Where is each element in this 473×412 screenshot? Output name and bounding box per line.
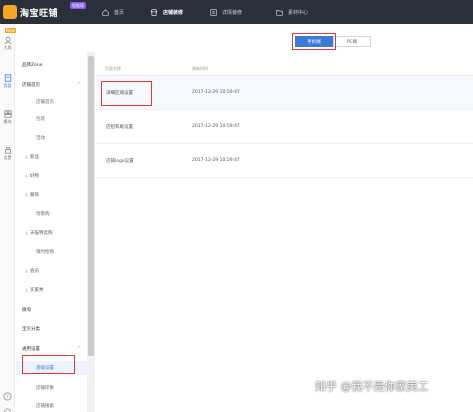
tab-pc[interactable]: PC端 (333, 36, 371, 47)
submenu-item-label: 买家秀 (30, 288, 44, 293)
shop-icon (150, 8, 158, 16)
submenu-item[interactable]: A 服饰 (16, 188, 87, 202)
submenu-item[interactable]: 场景购 (16, 207, 87, 221)
submenu-item-tag: A (25, 154, 28, 160)
rail-item-module[interactable]: 模块 (0, 110, 15, 125)
submenu-item-label: 会员 (30, 269, 39, 274)
column-header-page-name: 页面名称 (105, 66, 121, 71)
top-navigation-bar: 淘宝旺铺 智能版 首页 店铺装修 详情装修 素材中心 (0, 0, 473, 24)
logo-text: 淘宝旺铺 (20, 8, 59, 19)
submenu-item-label: 活动 (36, 136, 45, 141)
submenu-item-label: 微淘 (22, 308, 31, 313)
submenu-item[interactable]: 宝贝分类 (16, 322, 87, 336)
submenu-item[interactable]: 品牌Zone (16, 58, 87, 72)
update-time-cell: 2017-12-29 10:59:47 (192, 90, 240, 95)
nav-label-material-center: 素材中心 (288, 9, 309, 16)
submenu-item-tag: A (25, 287, 28, 293)
submenu-item-label: 包装 (36, 117, 45, 122)
submenu-item-tag: A (25, 230, 28, 236)
submenu-item-label: 通用设置 (22, 347, 40, 352)
column-header-update-time: 更新时间 (192, 66, 208, 71)
lock-icon (4, 146, 11, 154)
submenu-item-label: 店铺首页 (22, 83, 40, 88)
left-icon-rail: New 大屏 页面 模块 设置 ? (0, 24, 16, 412)
submenu-item-label: 品牌Zone (22, 63, 43, 68)
page-name-cell[interactable]: 店铺logo设置 (106, 158, 134, 164)
menu-highlight-annotation (22, 355, 75, 374)
main-content: 手机端 PC端 页面名称 更新时间 详细区域设置 2017-12-29 10:5… (96, 24, 473, 412)
submenu-item[interactable]: A 买家秀 (16, 283, 87, 297)
logo[interactable]: 淘宝旺铺 智能版 (3, 2, 86, 21)
nav-item-home[interactable]: 首页 (102, 0, 124, 24)
row-highlight-annotation (101, 81, 152, 106)
submenu-item[interactable]: 店铺首页 ^ (16, 78, 87, 92)
taobao-logo-icon (3, 5, 17, 19)
nav-label-shop-decoration: 店铺装修 (163, 9, 184, 16)
submenu-item[interactable]: A 新品 (16, 150, 87, 164)
submenu-item-label: 店铺首页 (36, 100, 54, 105)
submenu-item-label: 好物 (30, 174, 39, 179)
app-window: 淘宝旺铺 智能版 首页 店铺装修 详情装修 素材中心 New 大屏 页面 模块 … (0, 0, 473, 412)
submenu-item[interactable]: A 好物 (16, 169, 87, 183)
platform-toolbar: 手机端 PC端 (96, 24, 473, 54)
submenu-item[interactable]: 包装 (16, 112, 87, 126)
submenu-item-label: 新品 (30, 155, 39, 160)
chevron-up-icon: ^ (76, 82, 81, 88)
submenu-item-label: 场景购 (36, 212, 50, 217)
submenu-item-label: 限时抢购 (36, 250, 54, 255)
rail-label-screen: 大屏 (3, 45, 12, 50)
page-name-cell[interactable]: 店招和尾设置 (106, 124, 133, 130)
table-row[interactable]: 店铺logo设置 2017-12-29 10:59:47 (96, 144, 473, 178)
rail-bottom-icons: ? (3, 392, 12, 412)
detail-icon (210, 8, 217, 16)
submenu-item-label: 店铺搜索 (36, 404, 54, 409)
headset-icon[interactable] (3, 407, 12, 412)
avatar-icon (3, 36, 12, 44)
edition-badge: 智能版 (70, 2, 86, 9)
update-time-cell: 2017-12-29 10:59:47 (192, 124, 240, 129)
submenu-item-label: 天猫特卖购 (30, 231, 53, 236)
rail-item-settings[interactable]: 设置 (0, 146, 15, 161)
nav-label-home: 首页 (114, 9, 125, 16)
nav-item-detail-decoration[interactable]: 详情装修 (210, 0, 242, 24)
rail-item-screen[interactable]: 大屏 (0, 36, 15, 51)
table-row[interactable]: 详细区域设置 2017-12-29 10:59:47 (96, 76, 473, 110)
submenu-item[interactable]: 通用设置 ^ (16, 342, 87, 356)
update-time-cell: 2017-12-29 10:59:47 (192, 158, 240, 163)
submenu-item-tag: A (25, 192, 28, 198)
submenu-item[interactable]: 限时抢购 (16, 245, 87, 259)
nav-item-shop-decoration[interactable]: 店铺装修 (150, 0, 183, 24)
submenu-item-tag: A (25, 268, 28, 274)
submenu-item-label: 店铺印象 (36, 386, 54, 391)
help-icon[interactable]: ? (3, 392, 12, 401)
page-icon (4, 74, 11, 82)
submenu-item[interactable]: 微淘 (16, 303, 87, 317)
table-header: 页面名称 更新时间 (96, 60, 473, 76)
submenu-item[interactable]: 活动 (16, 131, 87, 145)
rail-item-page[interactable]: 页面 (0, 74, 15, 89)
tabs-highlight-annotation (292, 33, 336, 50)
table-row[interactable]: 店招和尾设置 2017-12-29 10:59:47 (96, 110, 473, 144)
tab-pc-label: PC端 (346, 39, 358, 45)
rail-label-page: 页面 (3, 83, 12, 88)
submenu-scrollbar-thumb[interactable] (88, 56, 94, 356)
module-icon (3, 110, 12, 118)
folder-icon (276, 9, 283, 16)
nav-item-material-center[interactable]: 素材中心 (276, 0, 308, 24)
submenu-item[interactable]: A 天猫特卖购 (16, 226, 87, 240)
rail-label-settings: 设置 (3, 155, 12, 160)
home-icon (102, 8, 109, 16)
watermark: 知乎 @我不是你家美工 (315, 380, 429, 393)
submenu-item[interactable]: 店铺搜索 (16, 399, 87, 412)
submenu-item[interactable]: 店铺首页 (16, 95, 87, 109)
nav-label-detail-decoration: 详情装修 (222, 9, 243, 16)
submenu-item-label: 宝贝分类 (22, 327, 40, 332)
submenu-item-tag: A (25, 173, 28, 179)
submenu-item-label: 服饰 (30, 193, 39, 198)
submenu-item[interactable]: A 会员 (16, 264, 87, 278)
chevron-up-icon: ^ (76, 346, 81, 352)
new-tag: New (5, 28, 16, 33)
submenu-item[interactable]: 店铺印象 (16, 381, 87, 395)
rail-label-module: 模块 (3, 119, 12, 124)
